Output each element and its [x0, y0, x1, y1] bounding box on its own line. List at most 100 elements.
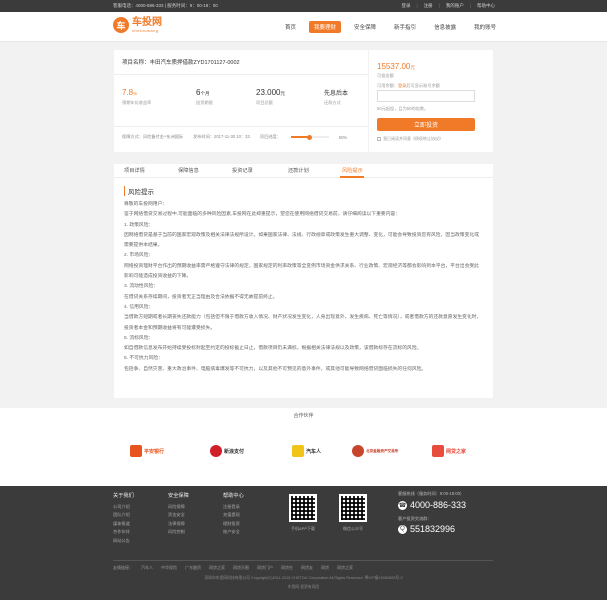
friend-link[interactable]: 汽车人	[141, 565, 153, 571]
nav-home[interactable]: 首页	[280, 21, 301, 33]
agree-text[interactable]: 我已阅读并同意《债权转让协议》	[383, 136, 443, 142]
nav-disclosure[interactable]: 信息披露	[429, 21, 461, 33]
agree-checkbox[interactable]	[377, 137, 381, 141]
publish-time: 发布时间：2017-11-30 10：33	[193, 134, 250, 139]
wechat-qr-code	[339, 494, 367, 522]
copyright: 深圳市车投网科技有限公司 Copyright(C)2011-2016 CHETO…	[204, 576, 403, 589]
invest-now-button[interactable]: 立即投资	[377, 118, 475, 131]
friend-link[interactable]: 网贷门户	[257, 565, 273, 571]
hotline-label: 客服热线（服务时间：9:00-18:00）	[398, 491, 465, 496]
hotline: ☎ 4000-886-333	[398, 500, 467, 510]
paragraph: 5. 流标风险：	[124, 335, 154, 341]
paragraph: 网络投资理财平台作出的预期收益率需严格遵守法律的规定，国家规定的利率政策等全变例…	[124, 263, 479, 280]
footer-link[interactable]: 网站公告	[113, 537, 134, 545]
footer-link[interactable]: 合作伙伴	[113, 528, 134, 536]
nav-account[interactable]: 我的账号	[469, 21, 501, 33]
friend-link[interactable]: 中华保险	[161, 565, 177, 571]
logo[interactable]: 车 车投网 chetouwang	[113, 17, 162, 33]
paragraph: 因网络借贷是基于当前的国家宏观政策及相关法律法规所设计。如果国家法律、法规、行政…	[124, 232, 479, 249]
partners-section: 合作伙伴 平安银行 新浪支付 汽车人 北京金融资产交易所 网贷之家	[0, 408, 607, 486]
paragraph: 鉴于网络借贷交易过程中,可能面临的多种风险因素,车投网在此郑重提示，望您在使用网…	[124, 212, 401, 218]
qq-icon: Q	[398, 524, 407, 534]
friend-link[interactable]: 广东融资	[185, 565, 201, 571]
footer-link[interactable]: 媒体报道	[113, 520, 134, 528]
paragraph: 2. 市场风险：	[124, 253, 154, 259]
stat-total: 23.000元 项目总额	[256, 88, 285, 105]
qq-group: Q 551832996	[398, 524, 455, 534]
progress-text: 50%	[338, 134, 348, 140]
footer-link[interactable]: 账户安全	[223, 528, 244, 536]
progress-label: 项目进度：	[259, 134, 281, 139]
footer-link[interactable]: 团队介绍	[113, 511, 134, 519]
detail-tabs: 项目详情 保障信息 投资记录 还款计划 风险提示	[114, 164, 493, 178]
paragraph: 1. 政策风险：	[124, 222, 154, 228]
car-logo-icon	[292, 445, 304, 457]
help-link[interactable]: 帮助中心	[477, 3, 495, 9]
tab-risk[interactable]: 风险提示	[342, 167, 363, 174]
partner-exchange[interactable]: 北京金融资产交易所	[352, 440, 398, 462]
partners-title: 合作伙伴	[293, 413, 314, 419]
login-link[interactable]: 登录	[401, 3, 410, 9]
footer-link[interactable]: 法律保障	[168, 520, 189, 528]
nav-security[interactable]: 安全保障	[349, 21, 381, 33]
nav-invest[interactable]: 我要理财	[309, 21, 342, 33]
paragraph: 如自借款信息发布开始持续受投标封起至约定的投标截止日止，借款项目仍未满标，根据相…	[124, 346, 422, 352]
friend-link[interactable]: 网贷	[321, 565, 329, 571]
tab-repay-plan[interactable]: 还款计划	[288, 167, 309, 174]
partner-wdzj[interactable]: 网贷之家	[432, 440, 466, 462]
qq-label: 客户投资交流群：	[398, 516, 432, 521]
paragraph: 3. 流动性风险：	[124, 284, 159, 290]
phone-icon: ☎	[398, 500, 407, 510]
divider	[114, 74, 368, 75]
logo-sub: chetouwang	[132, 27, 159, 33]
account-link[interactable]: 我的账户	[446, 3, 464, 9]
paragraph: 4. 信用风险：	[124, 304, 154, 310]
partner-pingan[interactable]: 平安银行	[130, 440, 164, 462]
project-card: 项目名称：丰田汽车质押借款ZYD1701127-0002 7.8% 预期年化收益…	[114, 50, 368, 152]
agreement: 我已阅读并同意《债权转让协议》	[377, 136, 443, 142]
risk-content: 风险提示 尊敬的车投网用户： 鉴于网络借贷交易过程中,可能面临的多种风险因素,车…	[114, 178, 493, 398]
footer-link[interactable]: 充值提现	[223, 511, 244, 519]
logo-icon: 车	[113, 17, 129, 33]
invest-hint: 50元起投，且为50的倍数。	[377, 106, 429, 111]
tab-records[interactable]: 投资记录	[232, 167, 253, 174]
tab-guarantee[interactable]: 保障信息	[178, 167, 199, 174]
header: 车 车投网 chetouwang 首页 我要理财 安全保障 新手指引 信息披露 …	[0, 12, 607, 42]
guarantee-text: 保障方式：风险备付金+东洲国际	[122, 134, 184, 139]
wdzj-logo-icon	[432, 445, 444, 457]
nav-guide[interactable]: 新手指引	[389, 21, 421, 33]
footer-link[interactable]: 风险控制	[168, 528, 189, 536]
tab-details[interactable]: 项目详情	[124, 167, 145, 174]
paragraph: 在借贷关系存续期间，投资者无正当理由及合法依据不得无故提前终止。	[124, 294, 278, 300]
invest-amount-input[interactable]	[377, 90, 475, 102]
content-title: 风险提示	[124, 186, 483, 196]
friend-links: 友情链接： 汽车人 中华保险 广东融资 网贷之家 网贷天眼 网贷门户 网贷在 网…	[113, 560, 493, 571]
paragraph: 6. 不可抗力风险：	[124, 356, 163, 362]
service-info: 客服电话：4000-886-333 | 服务时间：9：00-18：00	[113, 3, 218, 8]
top-links: 登录 | 注册 | 我的账户 | 帮助中心	[401, 3, 495, 9]
friend-link[interactable]: 网贷友	[301, 565, 313, 571]
app-qr-code	[289, 494, 317, 522]
footer-security: 安全保障 风险保障 资金安全 法律保障 风险控制	[168, 492, 189, 537]
footer-link[interactable]: 资金安全	[168, 511, 189, 519]
friend-link[interactable]: 网贷在	[281, 565, 293, 571]
partner-sina[interactable]: 新浪支付	[210, 440, 244, 462]
friend-link[interactable]: 网贷之家	[337, 565, 353, 571]
pingan-logo-icon	[130, 445, 142, 457]
register-link[interactable]: 注册	[424, 3, 433, 9]
friend-link[interactable]: 网贷之家	[209, 565, 225, 571]
partner-car[interactable]: 汽车人	[292, 440, 321, 462]
footer-about: 关于我们 公司介绍 团队介绍 媒体报道 合作伙伴 网站公告	[113, 492, 134, 545]
available-label: 可投金额	[377, 73, 394, 78]
available-amount: 15537.00元	[377, 62, 415, 71]
footer-help: 帮助中心 注册登录 充值提现 理财投资 账户安全	[223, 492, 244, 537]
app-qr-label: 手机APP下载	[290, 526, 315, 531]
wechat-qr-label: 微信公众号	[343, 526, 363, 531]
footer-link[interactable]: 注册登录	[223, 503, 244, 511]
friend-link[interactable]: 网贷天眼	[233, 565, 249, 571]
footer-link[interactable]: 理财投资	[223, 520, 244, 528]
logo-title: 车投网	[132, 16, 162, 28]
footer-link[interactable]: 公司介绍	[113, 503, 134, 511]
stat-term: 6个月 投资期限	[196, 88, 213, 105]
footer-link[interactable]: 风险保障	[168, 503, 189, 511]
